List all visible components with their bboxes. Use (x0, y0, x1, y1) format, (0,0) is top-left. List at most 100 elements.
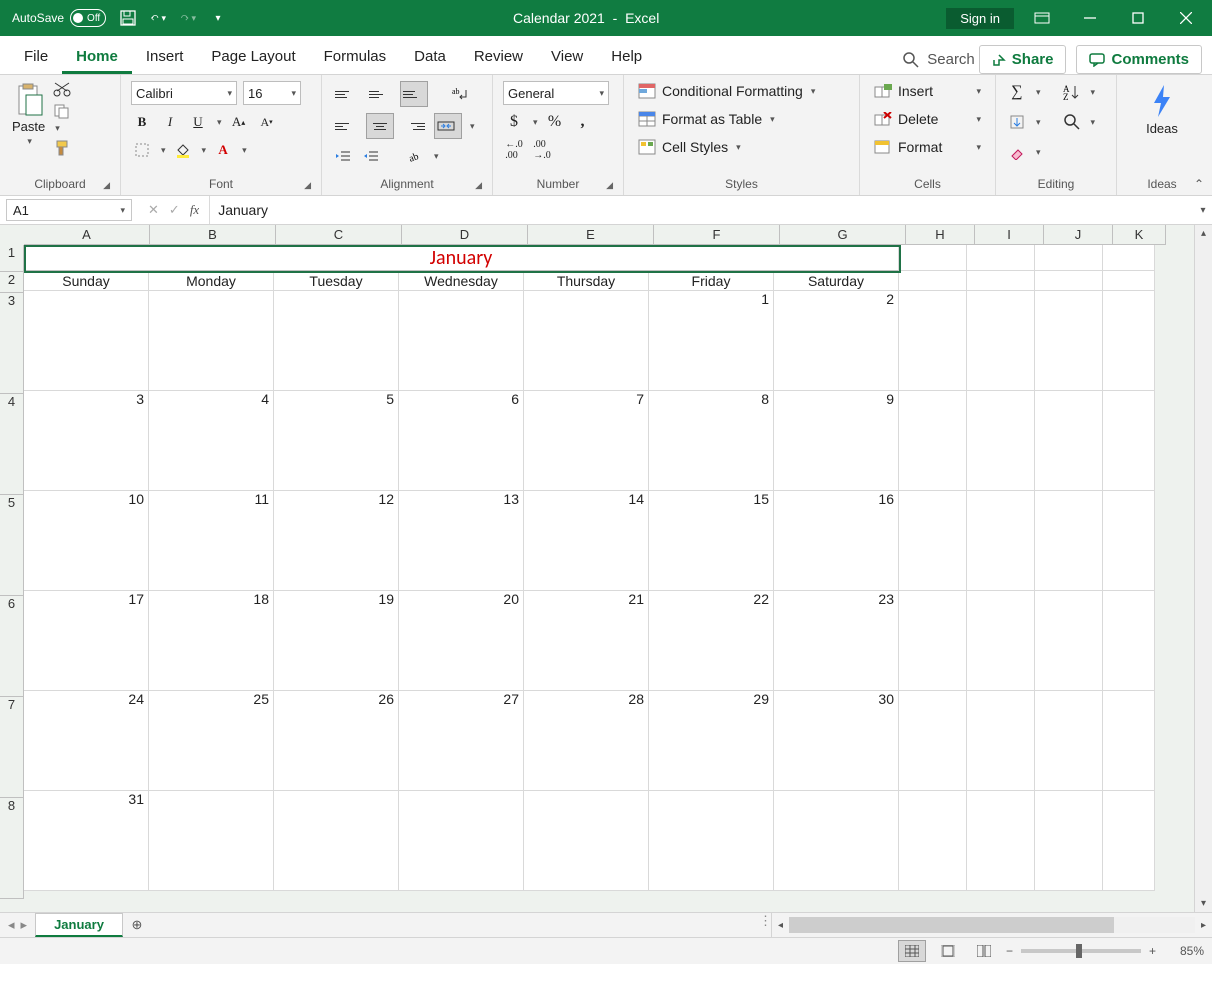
cell[interactable] (899, 391, 967, 491)
increase-decimal-button[interactable]: ←.0.00 (503, 139, 525, 161)
row-header[interactable]: 8 (0, 798, 24, 899)
tab-data[interactable]: Data (400, 40, 460, 74)
insert-cells-button[interactable]: Insert▾ (870, 81, 985, 101)
save-icon[interactable] (120, 10, 136, 26)
redo-button[interactable]: ▾ (180, 10, 196, 26)
sheet-nav-prev[interactable]: ◂ (8, 917, 15, 933)
cell[interactable]: 10 (24, 491, 149, 591)
cell[interactable] (399, 791, 524, 891)
cell[interactable] (1035, 591, 1103, 691)
clipboard-dialog-launcher[interactable]: ◢ (103, 180, 110, 191)
formula-input[interactable]: January (210, 196, 1194, 224)
scroll-down-button[interactable]: ▾ (1195, 895, 1212, 912)
tab-help[interactable]: Help (597, 40, 656, 74)
row-header[interactable]: 3 (0, 293, 24, 394)
tab-split-handle[interactable]: ⋮ (759, 913, 771, 937)
cancel-formula-button[interactable]: ✕ (148, 202, 159, 218)
copy-button[interactable]: ▾ (53, 103, 71, 134)
conditional-formatting-button[interactable]: Conditional Formatting▾ (634, 81, 849, 101)
zoom-slider[interactable] (1021, 949, 1141, 953)
row-header[interactable]: 1 (0, 245, 24, 272)
cell[interactable]: 2 (774, 291, 899, 391)
column-header[interactable]: G (780, 225, 906, 245)
cell[interactable] (1103, 591, 1155, 691)
cell[interactable] (967, 271, 1035, 291)
scroll-up-button[interactable]: ▴ (1195, 225, 1212, 242)
delete-cells-button[interactable]: Delete▾ (870, 109, 985, 129)
cell[interactable]: 25 (149, 691, 274, 791)
tab-insert[interactable]: Insert (132, 40, 198, 74)
column-header[interactable]: F (654, 225, 780, 245)
cell[interactable]: 26 (274, 691, 399, 791)
cell[interactable] (649, 791, 774, 891)
cell[interactable] (1035, 291, 1103, 391)
decrease-indent-button[interactable] (332, 145, 354, 167)
insert-function-button[interactable]: fx (190, 202, 199, 218)
cell[interactable]: 17 (24, 591, 149, 691)
find-select-button[interactable] (1061, 111, 1083, 133)
decrease-font-button[interactable]: A▾ (256, 111, 278, 133)
column-header[interactable]: K (1113, 225, 1166, 245)
wrap-text-button[interactable]: ab (450, 83, 472, 105)
normal-view-button[interactable] (898, 940, 926, 962)
cell[interactable] (967, 691, 1035, 791)
format-as-table-button[interactable]: Format as Table▾ (634, 109, 849, 129)
ribbon-display-icon[interactable] (1022, 0, 1062, 36)
autosum-button[interactable]: ∑ (1006, 81, 1028, 103)
enter-formula-button[interactable]: ✓ (169, 202, 180, 218)
cell[interactable] (1035, 271, 1103, 291)
fill-color-button[interactable] (172, 139, 194, 161)
cell[interactable] (274, 791, 399, 891)
cell[interactable]: January (24, 245, 899, 271)
row-header[interactable]: 2 (0, 272, 24, 293)
align-center-button[interactable] (366, 113, 394, 139)
cell[interactable] (899, 491, 967, 591)
decrease-decimal-button[interactable]: .00→.0 (531, 139, 553, 161)
cell[interactable] (1035, 791, 1103, 891)
row-header[interactable]: 4 (0, 394, 24, 495)
cell[interactable] (899, 791, 967, 891)
column-header[interactable]: I (975, 225, 1044, 245)
orientation-button[interactable]: ab (404, 145, 426, 167)
cell[interactable]: 9 (774, 391, 899, 491)
fill-button[interactable] (1006, 111, 1028, 133)
cell[interactable]: 6 (399, 391, 524, 491)
bold-button[interactable]: B (131, 111, 153, 133)
select-all-corner[interactable] (0, 225, 25, 246)
column-header[interactable]: C (276, 225, 402, 245)
tab-view[interactable]: View (537, 40, 597, 74)
cell[interactable]: 3 (24, 391, 149, 491)
collapse-ribbon-button[interactable]: ⌃ (1194, 177, 1204, 191)
alignment-dialog-launcher[interactable]: ◢ (475, 180, 482, 191)
cell[interactable] (1103, 491, 1155, 591)
column-header[interactable]: D (402, 225, 528, 245)
cell[interactable]: 18 (149, 591, 274, 691)
cell[interactable]: 8 (649, 391, 774, 491)
clear-button[interactable] (1006, 141, 1028, 163)
cell[interactable] (1103, 271, 1155, 291)
merge-center-button[interactable] (434, 113, 462, 139)
tab-review[interactable]: Review (460, 40, 537, 74)
tab-page-layout[interactable]: Page Layout (197, 40, 309, 74)
number-dialog-launcher[interactable]: ◢ (606, 180, 613, 191)
cell[interactable] (899, 591, 967, 691)
cell[interactable] (1035, 491, 1103, 591)
tell-me-search[interactable]: Search (899, 45, 979, 74)
maximize-button[interactable] (1118, 0, 1158, 36)
column-header[interactable]: J (1044, 225, 1113, 245)
cell[interactable] (774, 791, 899, 891)
sign-in-button[interactable]: Sign in (946, 8, 1014, 29)
cell[interactable] (967, 591, 1035, 691)
minimize-button[interactable] (1070, 0, 1110, 36)
sheet-nav-next[interactable]: ▸ (21, 917, 28, 933)
cell[interactable]: 31 (24, 791, 149, 891)
cell[interactable]: 4 (149, 391, 274, 491)
align-top-button[interactable] (332, 81, 360, 107)
cell[interactable] (1035, 245, 1103, 271)
increase-indent-button[interactable] (360, 145, 382, 167)
italic-button[interactable]: I (159, 111, 181, 133)
cell[interactable]: Sunday (24, 271, 149, 291)
zoom-out-button[interactable]: − (1006, 944, 1013, 958)
cell[interactable]: Tuesday (274, 271, 399, 291)
borders-button[interactable] (131, 139, 153, 161)
